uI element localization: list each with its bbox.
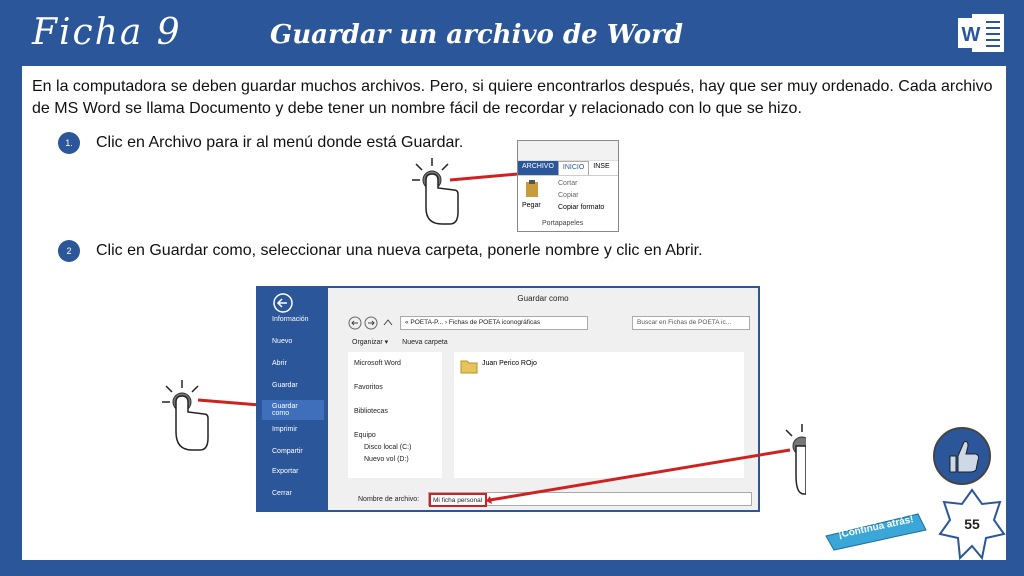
backstage-sidebar: Información Nuevo Abrir Guardar Guardar … bbox=[258, 288, 328, 510]
sidebar-item-imprimir[interactable]: Imprimir bbox=[272, 426, 297, 433]
tab-inicio[interactable]: INICIO bbox=[557, 161, 590, 175]
sidebar-item-nuevo[interactable]: Nuevo bbox=[272, 338, 292, 345]
paste-label[interactable]: Pegar bbox=[522, 202, 541, 209]
search-input[interactable]: Buscar en Fichas de POETA ic... bbox=[632, 316, 750, 330]
sidebar-item-guardar-como[interactable]: Guardar como bbox=[262, 400, 324, 420]
header: Ficha 9 Guardar un archivo de Word W bbox=[0, 0, 1024, 64]
content-panel: En la computadora se deben guardar mucho… bbox=[22, 66, 1006, 560]
nav-item-bibliotecas[interactable]: Bibliotecas bbox=[354, 408, 388, 415]
intro-paragraph: En la computadora se deben guardar mucho… bbox=[32, 78, 993, 117]
folder-name[interactable]: Juan Perico ROjo bbox=[482, 360, 537, 367]
sidebar-item-guardar[interactable]: Guardar bbox=[272, 382, 298, 389]
nav-item-nuevo-vol[interactable]: Nuevo vol (D:) bbox=[364, 456, 409, 463]
clipboard-group: Pegar Cortar Copiar Copiar formato Porta… bbox=[518, 175, 618, 231]
step-1-number: 1. bbox=[58, 132, 80, 154]
copy-label[interactable]: Copiar bbox=[558, 192, 579, 199]
quick-access-toolbar bbox=[518, 141, 618, 161]
tab-insertar[interactable]: INSE bbox=[589, 161, 613, 175]
dialog-title: Guardar como bbox=[517, 294, 569, 303]
sidebar-item-informacion[interactable]: Información bbox=[272, 316, 309, 323]
folder-icon bbox=[460, 360, 478, 374]
page-number: 55 bbox=[964, 516, 980, 532]
ficha-number: Ficha 9 bbox=[32, 12, 182, 53]
filename-label: Nombre de archivo: bbox=[358, 496, 420, 503]
intro-text: En la computadora se deben guardar mucho… bbox=[32, 76, 997, 120]
navigation-pane: Microsoft Word Favoritos Bibliotecas Equ… bbox=[348, 352, 442, 478]
ribbon-tabs: ARCHIVO INICIO INSE bbox=[518, 161, 618, 175]
page-title: Guardar un archivo de Word bbox=[270, 20, 684, 50]
thumbs-up-icon bbox=[933, 427, 991, 485]
organize-button[interactable]: Organizar ▾ bbox=[352, 339, 388, 346]
sidebar-item-compartir[interactable]: Compartir bbox=[272, 448, 303, 455]
nav-arrows-icon[interactable] bbox=[348, 316, 396, 330]
word-ribbon-screenshot: ARCHIVO INICIO INSE Pegar Cortar Copiar … bbox=[517, 140, 619, 232]
clipboard-group-label: Portapapeles bbox=[542, 220, 584, 227]
back-arrow-icon[interactable] bbox=[272, 292, 294, 314]
step-2-number: 2 bbox=[58, 240, 80, 262]
paste-icon bbox=[526, 180, 538, 197]
nav-item-disco-local[interactable]: Disco local (C:) bbox=[364, 444, 411, 451]
nav-item-word[interactable]: Microsoft Word bbox=[354, 360, 401, 367]
sidebar-item-cerrar[interactable]: Cerrar bbox=[272, 490, 292, 497]
sidebar-item-abrir[interactable]: Abrir bbox=[272, 360, 287, 367]
step-2-text: Clic en Guardar como, seleccionar una nu… bbox=[96, 242, 703, 259]
word-logo-icon: W bbox=[958, 14, 1004, 52]
filename-value: Mi ficha personal bbox=[429, 493, 487, 507]
dialog-toolbar: Organizar ▾ Nueva carpeta bbox=[352, 338, 448, 346]
address-bar[interactable]: « POETA-P... › Fichas de POETA iconográf… bbox=[400, 316, 588, 330]
pointing-hand-icon bbox=[486, 424, 806, 504]
sidebar-item-exportar[interactable]: Exportar bbox=[272, 468, 298, 475]
step-1-text: Clic en Archivo para ir al menú donde es… bbox=[96, 134, 464, 151]
pointing-hand-icon bbox=[412, 158, 522, 225]
new-folder-button[interactable]: Nueva carpeta bbox=[402, 339, 448, 346]
svg-text:W: W bbox=[962, 24, 981, 46]
nav-item-equipo[interactable]: Equipo bbox=[354, 432, 376, 439]
cut-label[interactable]: Cortar bbox=[558, 180, 577, 187]
format-painter-label[interactable]: Copiar formato bbox=[558, 204, 604, 211]
tab-archivo[interactable]: ARCHIVO bbox=[518, 161, 558, 175]
nav-item-favoritos[interactable]: Favoritos bbox=[354, 384, 383, 391]
